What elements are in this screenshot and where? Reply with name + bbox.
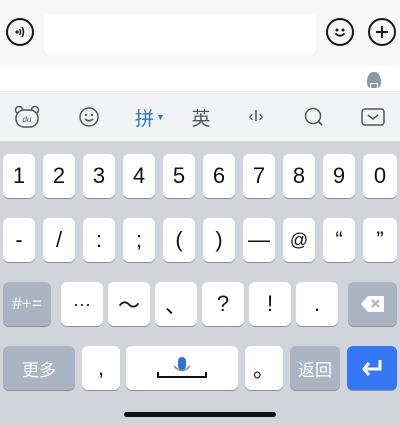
hide-keyboard-button[interactable] — [360, 102, 386, 132]
search-button[interactable] — [302, 102, 326, 132]
more-functions-button[interactable] — [368, 18, 396, 46]
key-comma[interactable]: , — [82, 346, 120, 390]
emoji-button[interactable] — [326, 18, 354, 46]
caret-down-icon: ▼ — [156, 112, 165, 122]
symbols-switch-key[interactable]: #+= — [3, 282, 51, 326]
search-icon — [304, 107, 323, 126]
space-key[interactable] — [126, 346, 238, 390]
key-exclamation[interactable]: ! — [249, 282, 291, 326]
key-6[interactable]: 6 — [203, 154, 235, 198]
more-key[interactable]: 更多 — [3, 346, 75, 390]
microphone-icon — [157, 357, 207, 378]
key-left-paren[interactable]: ( — [163, 218, 195, 262]
keyboard-toolbar: du 拼 ▼ 英 ‹I› — [0, 92, 400, 142]
key-dash[interactable]: — — [243, 218, 275, 262]
key-slash[interactable]: / — [43, 218, 75, 262]
key-semicolon[interactable]: ; — [123, 218, 155, 262]
key-at[interactable]: @ — [283, 218, 315, 262]
keyboard: du 拼 ▼ 英 ‹I› 1 2 3 4 5 6 7 8 9 0 - /: ;… — [0, 92, 400, 425]
chevron-down-box-icon — [361, 108, 385, 126]
key-4[interactable]: 4 — [123, 154, 155, 198]
backspace-key[interactable] — [348, 282, 397, 326]
key-7[interactable]: 7 — [243, 154, 275, 198]
key-question[interactable]: ? — [202, 282, 244, 326]
key-2[interactable]: 2 — [43, 154, 75, 198]
return-arrow-icon — [362, 360, 382, 376]
cursor-label: ‹I› — [248, 108, 264, 125]
key-0[interactable]: 0 — [363, 154, 397, 198]
key-hyphen[interactable]: - — [3, 218, 35, 262]
voice-input-button[interactable] — [6, 18, 34, 46]
key-full-stop[interactable]: 。 — [245, 346, 283, 390]
chat-input-bar — [0, 0, 400, 66]
bear-logo-icon: du — [14, 105, 40, 128]
svg-text:du: du — [23, 115, 32, 124]
key-left-quote[interactable]: “ — [323, 218, 355, 262]
key-1[interactable]: 1 — [3, 154, 35, 198]
smiley-icon — [334, 28, 346, 37]
smiley-outline-icon — [79, 107, 99, 127]
key-tilde[interactable]: 〜 — [108, 282, 150, 326]
key-ellipsis[interactable]: ··· — [61, 282, 103, 326]
backspace-icon — [360, 296, 384, 312]
voice-wave-icon — [15, 26, 25, 38]
enter-key[interactable] — [347, 346, 397, 390]
plus-icon — [376, 26, 388, 38]
du-logo-button[interactable]: du — [12, 102, 42, 132]
pinyin-label: 拼 — [135, 108, 155, 130]
message-input[interactable] — [44, 14, 316, 54]
key-8[interactable]: 8 — [283, 154, 315, 198]
emoji-panel-button[interactable] — [76, 102, 102, 132]
tab-pinyin[interactable]: 拼 ▼ — [130, 102, 170, 132]
key-9[interactable]: 9 — [323, 154, 355, 198]
key-right-paren[interactable]: ) — [203, 218, 235, 262]
tab-english[interactable]: 英 — [188, 102, 214, 132]
key-5[interactable]: 5 — [163, 154, 195, 198]
key-enumeration-comma[interactable]: 、 — [155, 282, 197, 326]
key-3[interactable]: 3 — [83, 154, 115, 198]
home-indicator[interactable] — [124, 412, 276, 417]
english-label: 英 — [191, 108, 211, 130]
key-right-quote[interactable]: ” — [363, 218, 397, 262]
cursor-move-button[interactable]: ‹I› — [240, 102, 272, 132]
candidate-strip — [0, 66, 400, 92]
key-period[interactable]: . — [296, 282, 338, 326]
assistant-icon[interactable] — [364, 70, 384, 90]
key-colon[interactable]: : — [83, 218, 115, 262]
back-key[interactable]: 返回 — [290, 346, 340, 390]
